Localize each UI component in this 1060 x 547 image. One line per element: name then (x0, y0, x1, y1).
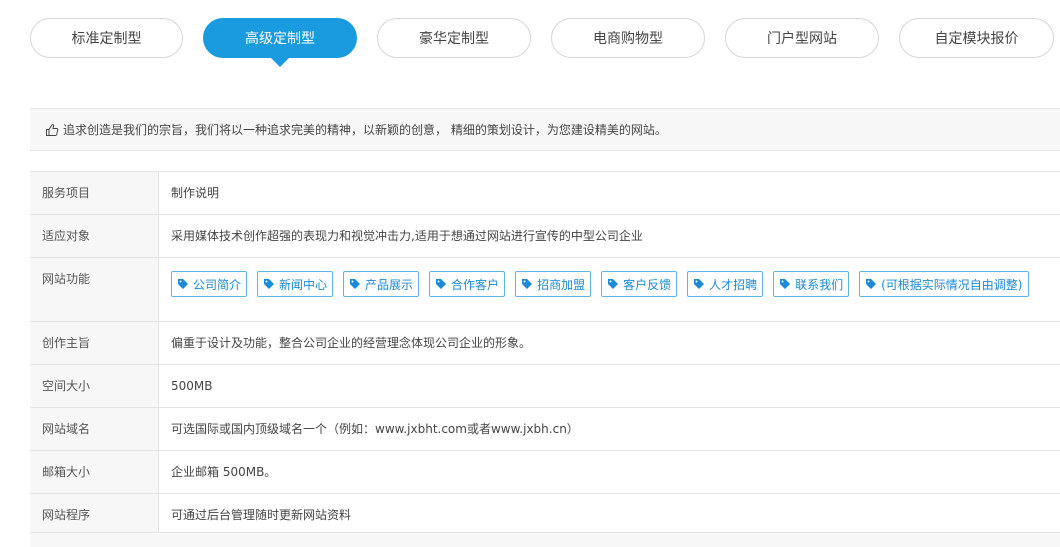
table-row: 网站域名 可选国际或国内顶级域名一个（例如：www.jxbht.com或者www… (30, 408, 1060, 451)
tab-luxury[interactable]: 豪华定制型 (377, 18, 531, 58)
feature-tags: 公司简介 新闻中心 产品展示 合作客户 招商加盟 客户反馈 人才招聘 联系我们 … (171, 271, 1060, 297)
row-value: 采用媒体技术创作超强的表现力和视觉冲击力,适用于想通过网站进行宣传的中型公司企业 (171, 229, 643, 243)
tag-icon (263, 278, 275, 290)
row-label: 适应对象 (30, 215, 159, 257)
tag-icon (521, 278, 533, 290)
feature-tag[interactable]: 新闻中心 (257, 271, 334, 297)
notice-bar: 追求创造是我们的宗旨，我们将以一种追求完美的精神，以新颖的创意， 精细的策划设计… (30, 108, 1060, 151)
feature-tag[interactable]: 客户反馈 (601, 271, 678, 297)
row-value: 偏重于设计及功能，整合公司企业的经营理念体现公司企业的形象。 (171, 336, 532, 350)
feature-tag[interactable]: 人才招聘 (687, 271, 764, 297)
table-header-row: 服务项目 制作说明 (30, 172, 1060, 215)
feature-tag[interactable]: 产品展示 (343, 271, 420, 297)
table-row: 空间大小 500MB (30, 365, 1060, 408)
tag-icon (779, 278, 791, 290)
table-footer-strip (30, 532, 1060, 547)
table-row: 创作主旨 偏重于设计及功能，整合公司企业的经营理念体现公司企业的形象。 (30, 322, 1060, 365)
tab-advanced[interactable]: 高级定制型 (203, 18, 357, 67)
tab-portal[interactable]: 门户型网站 (725, 18, 879, 58)
table-row: 网站程序 可通过后台管理随时更新网站资料 (30, 494, 1060, 537)
row-label: 网站程序 (30, 494, 159, 536)
package-tabs: 标准定制型 高级定制型 豪华定制型 电商购物型 门户型网站 自定模块报价 (0, 0, 1060, 80)
row-label: 网站功能 (30, 258, 159, 321)
row-value: 可选国际或国内顶级域名一个（例如：www.jxbht.com或者www.jxbh… (171, 422, 579, 436)
row-value: 500MB (171, 379, 213, 393)
feature-tag[interactable]: 合作客户 (429, 271, 506, 297)
feature-tag[interactable]: 招商加盟 (515, 271, 592, 297)
tab-standard[interactable]: 标准定制型 (30, 18, 183, 58)
row-label: 空间大小 (30, 365, 159, 407)
feature-tag[interactable]: 公司简介 (171, 271, 248, 297)
thumbs-up-icon (45, 123, 59, 137)
notice-text: 追求创造是我们的宗旨，我们将以一种追求完美的精神，以新颖的创意， 精细的策划设计… (63, 123, 667, 137)
row-value: 企业邮箱 500MB。 (171, 465, 277, 479)
tag-icon (693, 278, 705, 290)
tab-ecommerce[interactable]: 电商购物型 (551, 18, 705, 58)
row-value: 可通过后台管理随时更新网站资料 (171, 508, 352, 522)
tag-icon (865, 278, 877, 290)
table-row: 适应对象 采用媒体技术创作超强的表现力和视觉冲击力,适用于想通过网站进行宣传的中… (30, 215, 1060, 258)
package-details-table: 服务项目 制作说明 适应对象 采用媒体技术创作超强的表现力和视觉冲击力,适用于想… (30, 171, 1060, 537)
header-description: 制作说明 (171, 186, 220, 200)
tag-icon (177, 278, 189, 290)
tag-icon (607, 278, 619, 290)
feature-tag[interactable]: (可根据实际情况自由调整) (859, 271, 1029, 297)
tag-icon (435, 278, 447, 290)
row-label: 网站域名 (30, 408, 159, 450)
row-label: 创作主旨 (30, 322, 159, 364)
header-service-item: 服务项目 (30, 172, 159, 214)
feature-tag[interactable]: 联系我们 (773, 271, 850, 297)
table-row: 邮箱大小 企业邮箱 500MB。 (30, 451, 1060, 494)
table-row-features: 网站功能 公司简介 新闻中心 产品展示 合作客户 招商加盟 客户反馈 人才招聘 … (30, 258, 1060, 322)
tag-icon (349, 278, 361, 290)
row-label: 邮箱大小 (30, 451, 159, 493)
tab-custom-module-quote[interactable]: 自定模块报价 (899, 18, 1054, 58)
